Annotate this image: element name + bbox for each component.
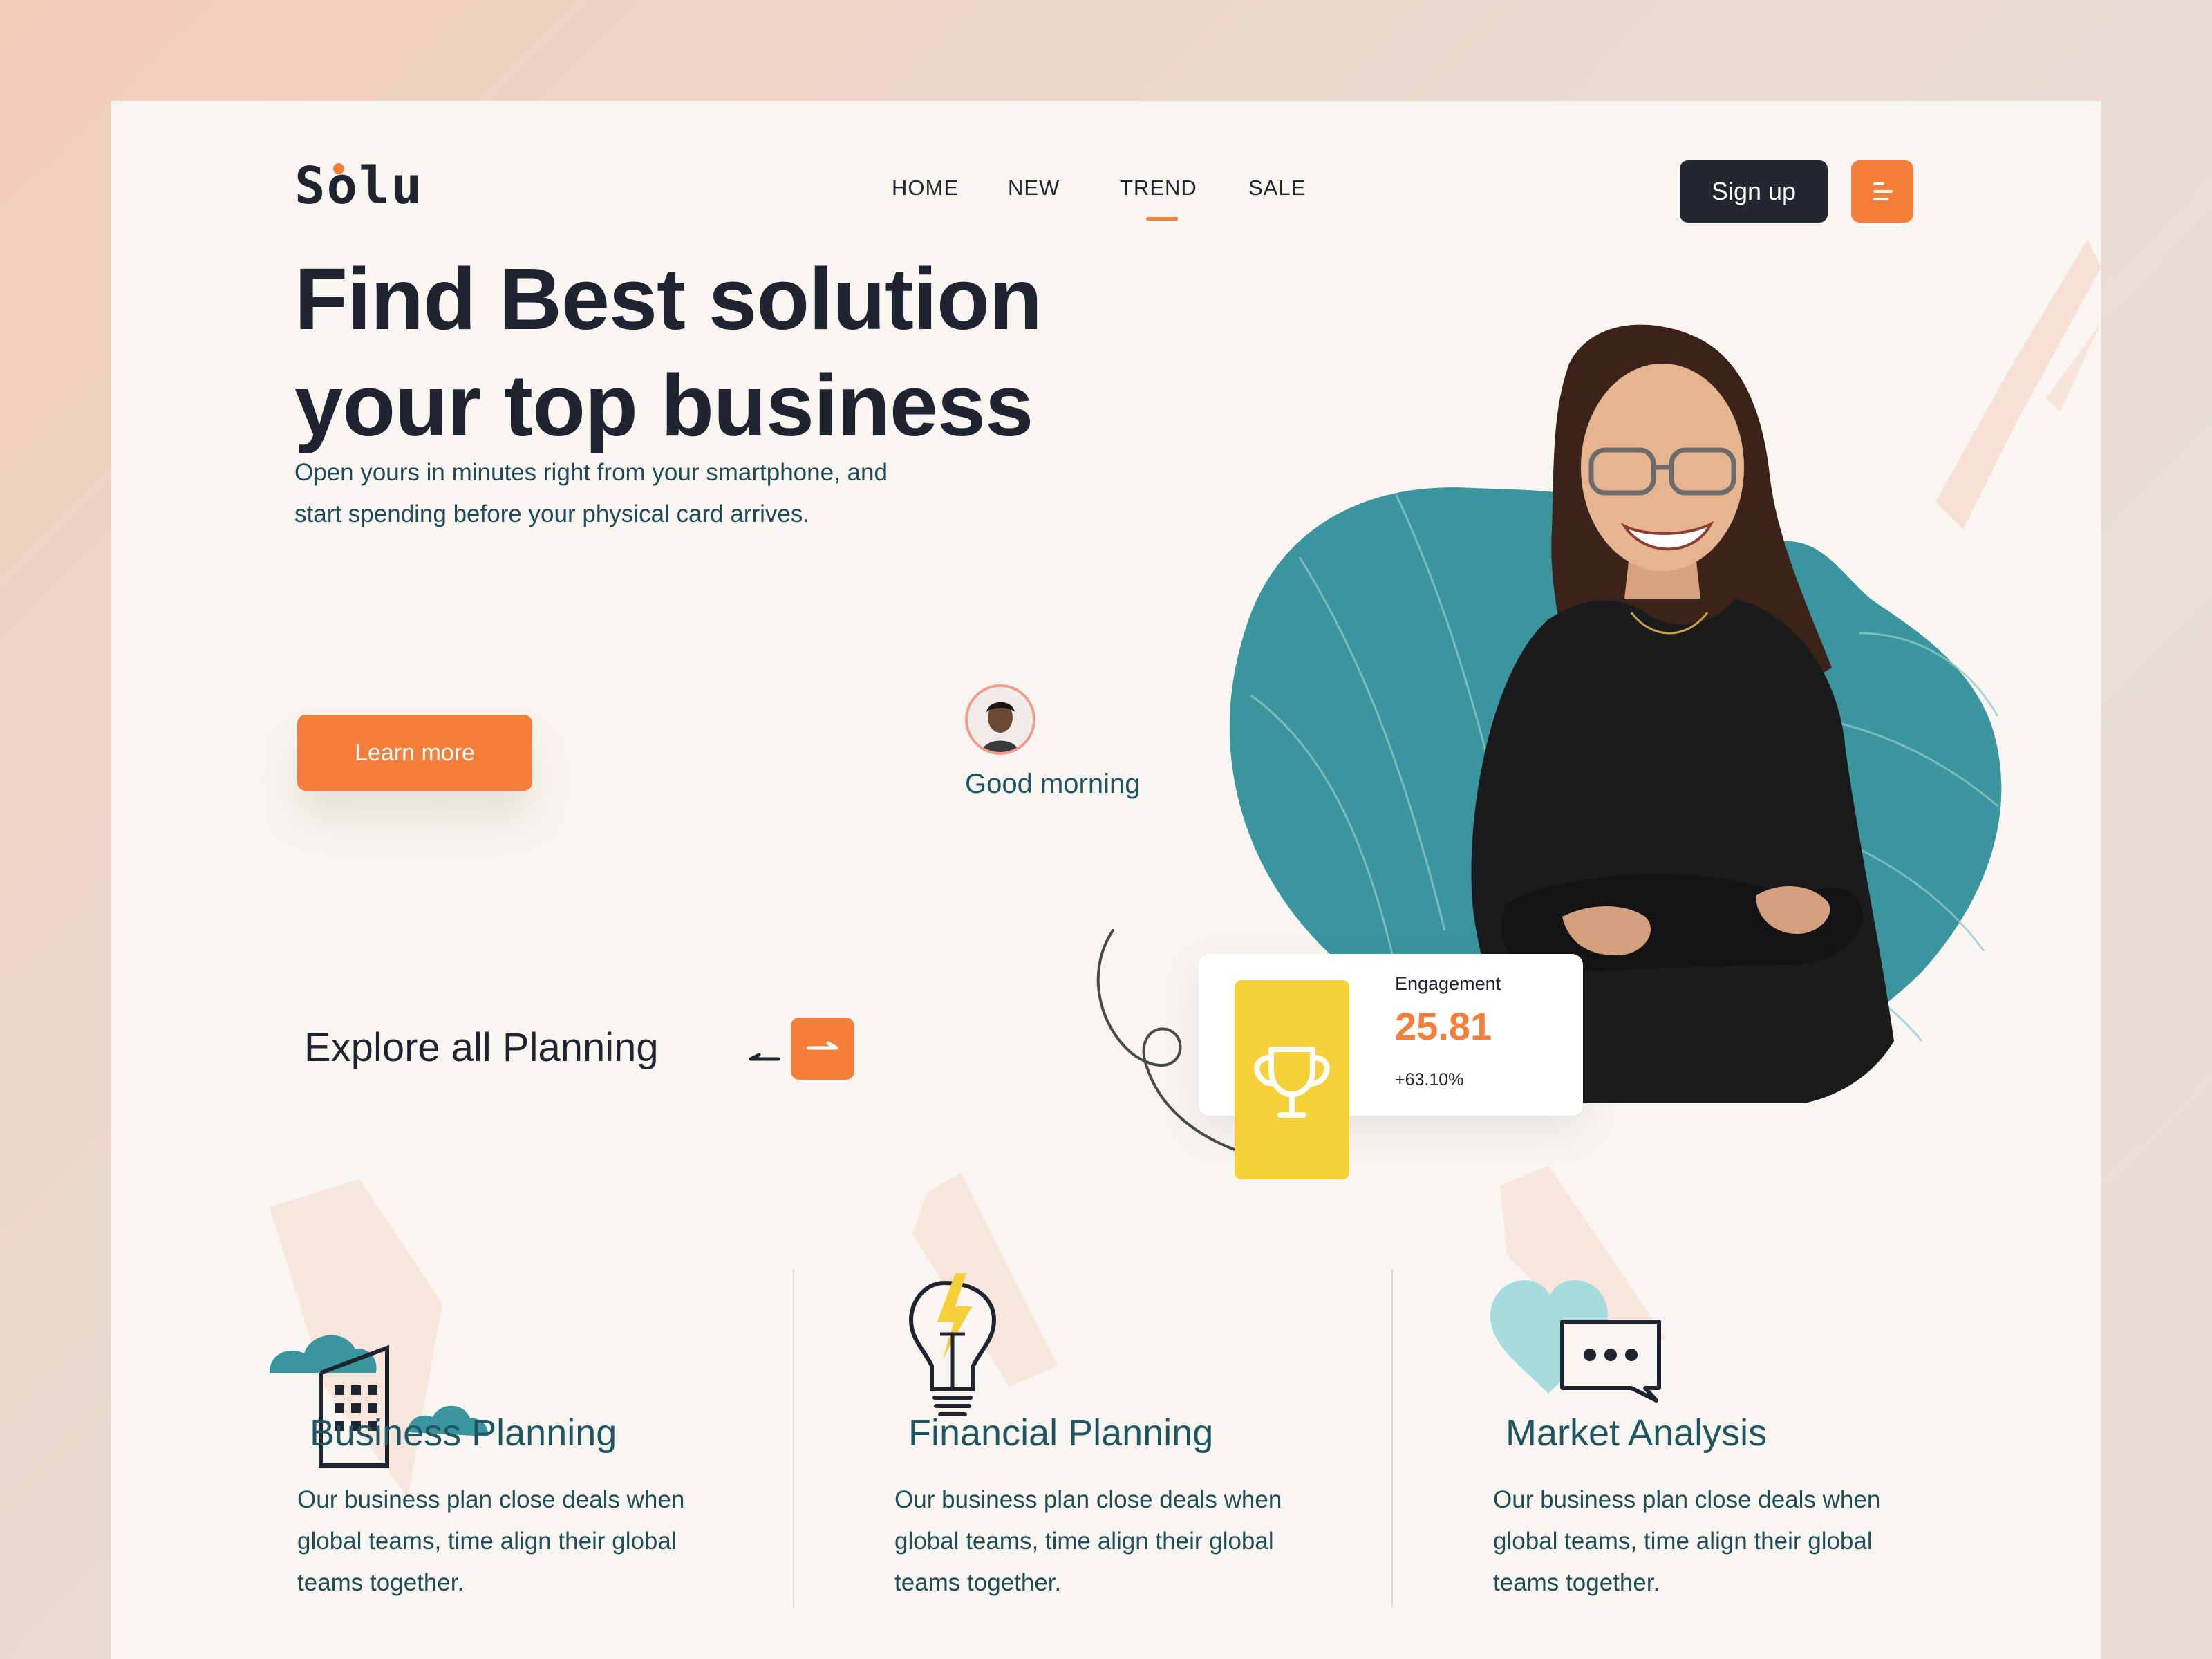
nav-item-sale[interactable]: SALE [1248, 176, 1306, 200]
greeting-text: Good morning [965, 769, 1141, 799]
learn-more-button[interactable]: Learn more [297, 715, 532, 791]
signup-button[interactable]: Sign up [1680, 160, 1828, 223]
engagement-change: +63.10% [1395, 1070, 1464, 1089]
feature-desc-line: Our business plan close deals when [894, 1486, 1282, 1513]
building-clouds-icon [270, 1179, 489, 1497]
feature-divider-1 [793, 1269, 794, 1608]
logo-accent-dot [333, 163, 344, 174]
explore-prev-button[interactable] [733, 1035, 788, 1077]
explore-title: Explore all Planning [304, 1025, 659, 1070]
feature-desc-line: global teams, time align their global [297, 1528, 677, 1555]
nav-item-home[interactable]: HOME [892, 176, 959, 200]
feature-desc-line: teams together. [297, 1569, 465, 1596]
hero-subtitle: Open yours in minutes right from your sm… [294, 452, 958, 535]
feature-desc-line: teams together. [1493, 1569, 1660, 1596]
feature-title-market: Market Analysis [1506, 1412, 1768, 1454]
feature-desc-line: teams together. [894, 1569, 1062, 1596]
hero-subtitle-line2: start spending before your physical card… [294, 500, 810, 527]
brand-logo[interactable]: Solu [294, 160, 423, 212]
engagement-label: Engagement [1395, 973, 1501, 994]
feature-desc-line: global teams, time align their global [1493, 1528, 1873, 1555]
arrow-right-icon [807, 1041, 838, 1050]
feature-desc-business: Our business plan close deals when globa… [297, 1479, 740, 1604]
landing-page: Solu HOME NEW TREND SALE Sign up Find Be… [111, 101, 2101, 1659]
hero-title-line1: Find Best solution [294, 250, 1042, 348]
feature-desc-line: global teams, time align their global [894, 1528, 1274, 1555]
explore-next-button[interactable] [791, 1018, 854, 1080]
hero-title: Find Best solution your top business [294, 246, 1124, 459]
arrow-left-icon [749, 1053, 780, 1061]
hero-subtitle-line1: Open yours in minutes right from your sm… [294, 459, 888, 486]
nav-item-new[interactable]: NEW [1008, 176, 1060, 200]
feature-title-financial: Financial Planning [908, 1412, 1214, 1454]
trophy-icon [1254, 1047, 1330, 1118]
nav-active-indicator [1146, 217, 1178, 221]
feature-desc-line: Our business plan close deals when [297, 1486, 685, 1513]
menu-button[interactable] [1851, 160, 1913, 223]
feature-desc-market: Our business plan close deals when globa… [1493, 1479, 1936, 1604]
feature-title-business: Business Planning [310, 1412, 617, 1454]
engagement-value: 25.81 [1395, 1004, 1492, 1048]
greeting-avatar[interactable] [965, 684, 1035, 755]
feature-desc-line: Our business plan close deals when [1493, 1486, 1881, 1513]
feature-desc-financial: Our business plan close deals when globa… [894, 1479, 1337, 1604]
nav-item-trend[interactable]: TREND [1120, 176, 1197, 200]
engagement-trophy-tile [1235, 980, 1349, 1179]
avatar-portrait [968, 687, 1033, 752]
hero-title-line2: your top business [294, 357, 1033, 454]
feature-divider-2 [1391, 1269, 1393, 1608]
